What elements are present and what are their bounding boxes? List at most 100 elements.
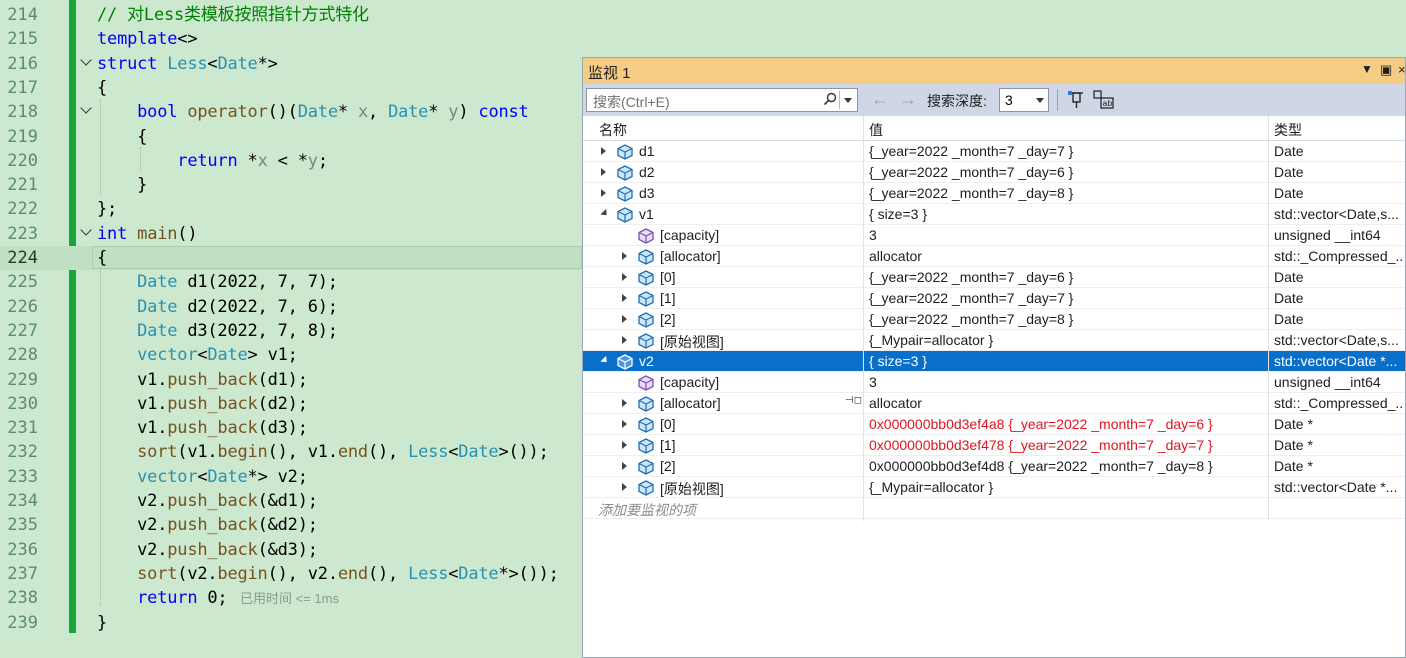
back-arrow-icon[interactable]: ← bbox=[871, 89, 889, 110]
line-number: 221 bbox=[7, 175, 38, 196]
search-dropdown[interactable] bbox=[839, 91, 856, 109]
expand-arrow-icon[interactable] bbox=[601, 147, 606, 155]
watch-row[interactable]: [原始视图] {_Mypair=allocator } std::vector<Da… bbox=[583, 330, 1405, 351]
watch-row-type: Date bbox=[1274, 185, 1304, 201]
watch-row-value[interactable]: {_year=2022 _month=7 _day=6 } bbox=[869, 164, 1073, 180]
fold-chevron-icon[interactable] bbox=[81, 227, 90, 236]
indent-guide bbox=[100, 268, 101, 606]
expand-arrow-icon[interactable] bbox=[622, 462, 627, 470]
watch-row-value[interactable]: {_year=2022 _month=7 _day=8 } bbox=[869, 311, 1073, 327]
line-number: 219 bbox=[7, 126, 38, 147]
watch-row-name: [1] bbox=[660, 437, 676, 453]
object-icon bbox=[638, 291, 654, 307]
fold-chevron-icon[interactable] bbox=[81, 57, 90, 66]
add-watch-row[interactable]: 添加要监视的项 bbox=[583, 498, 1405, 519]
watch-row[interactable]: [0] 0x000000bb0d3ef4a8 {_year=2022 _month… bbox=[583, 414, 1405, 435]
column-divider[interactable] bbox=[863, 116, 864, 521]
expand-arrow-icon[interactable] bbox=[622, 483, 627, 491]
watch-row-value[interactable]: 3 bbox=[869, 374, 877, 390]
watch-row-value[interactable]: {_year=2022 _month=7 _day=8 } bbox=[869, 185, 1073, 201]
column-divider[interactable] bbox=[1268, 116, 1269, 521]
maximize-icon[interactable]: ▣ bbox=[1380, 62, 1392, 78]
column-type-header[interactable]: 类型 bbox=[1274, 120, 1302, 140]
code-line[interactable]: 215 template<> bbox=[0, 27, 1406, 51]
expand-arrow-icon[interactable] bbox=[622, 252, 627, 260]
watch-row[interactable]: [1] {_year=2022 _month=7 _day=7 } Date bbox=[583, 288, 1405, 309]
watch-row-value[interactable]: allocator bbox=[869, 248, 922, 264]
watch-row-name: [allocator] bbox=[660, 395, 721, 411]
expand-arrow-icon[interactable] bbox=[622, 441, 627, 449]
collapse-arrow-icon[interactable] bbox=[600, 355, 610, 366]
watch-row[interactable]: [capacity] 3 unsigned __int64 bbox=[583, 372, 1405, 393]
watch-row-value[interactable]: 0x000000bb0d3ef478 {_year=2022 _month=7 … bbox=[869, 437, 1213, 453]
watch-row-value[interactable]: 3 bbox=[869, 227, 877, 243]
watch-row-type: std::_Compressed_... bbox=[1274, 248, 1404, 264]
watch-row[interactable]: d1 {_year=2022 _month=7 _day=7 } Date bbox=[583, 141, 1405, 162]
watch-row-name: d1 bbox=[639, 143, 655, 159]
fold-chevron-icon[interactable] bbox=[81, 105, 90, 114]
watch-row[interactable]: [2] 0x000000bb0d3ef4d8 {_year=2022 _month… bbox=[583, 456, 1405, 477]
expand-arrow-icon[interactable] bbox=[622, 420, 627, 428]
perf-tip: 已用时间 <= 1ms bbox=[240, 591, 339, 606]
expand-arrow-icon[interactable] bbox=[622, 273, 627, 281]
watch-row-type: Date bbox=[1274, 269, 1304, 285]
watch-row-value[interactable]: {_year=2022 _month=7 _day=7 } bbox=[869, 143, 1073, 159]
watch-row[interactable]: [1] 0x000000bb0d3ef478 {_year=2022 _month… bbox=[583, 435, 1405, 456]
watch-row[interactable]: d3 {_year=2022 _month=7 _day=8 } Date bbox=[583, 183, 1405, 204]
code-text: } bbox=[97, 612, 108, 633]
watch-row-type: std::vector<Date,s... bbox=[1274, 206, 1399, 222]
object-icon bbox=[638, 396, 654, 412]
watch-toolbar: 搜索(Ctrl+E) ← → 搜索深度: 3 ab bbox=[583, 84, 1405, 116]
expand-arrow-icon[interactable] bbox=[622, 294, 627, 302]
watch-row[interactable]: [allocator] ⊣◻ allocator std::_Compressed_.… bbox=[583, 393, 1405, 414]
close-icon[interactable]: × bbox=[1398, 62, 1406, 77]
watch-row[interactable]: v1 { size=3 } std::vector<Date,s... bbox=[583, 204, 1405, 225]
watch-row-value[interactable]: allocator bbox=[869, 395, 922, 411]
watch-row[interactable]: [原始视图] {_Mypair=allocator } std::vector<Da… bbox=[583, 477, 1405, 498]
pin-icon[interactable] bbox=[1067, 90, 1087, 110]
object-icon bbox=[638, 333, 654, 349]
watch-row[interactable]: v2 { size=3 } std::vector<Date *... bbox=[583, 351, 1405, 372]
watch-window[interactable]: 监视 1 ▼ ▣ × 搜索(Ctrl+E) ← → 搜索深度: 3 ab 名称 bbox=[582, 57, 1406, 658]
expand-arrow-icon[interactable] bbox=[622, 315, 627, 323]
expand-arrow-icon[interactable] bbox=[622, 336, 627, 344]
pin-value-icon[interactable]: ⊣◻ bbox=[845, 395, 862, 406]
watch-row[interactable]: [allocator] allocator std::_Compressed_... bbox=[583, 246, 1405, 267]
search-depth-select[interactable]: 3 bbox=[999, 88, 1049, 112]
line-number: 218 bbox=[7, 102, 38, 123]
watch-row[interactable]: [0] {_year=2022 _month=7 _day=6 } Date bbox=[583, 267, 1405, 288]
watch-row-value[interactable]: 0x000000bb0d3ef4d8 {_year=2022 _month=7 … bbox=[869, 458, 1213, 474]
watch-row-value[interactable]: { size=3 } bbox=[869, 206, 927, 222]
object-icon bbox=[617, 165, 633, 181]
watch-row-value[interactable]: 0x000000bb0d3ef4a8 {_year=2022 _month=7 … bbox=[869, 416, 1213, 432]
search-icon[interactable] bbox=[823, 92, 837, 109]
watch-row-name: [capacity] bbox=[660, 374, 720, 390]
code-line[interactable]: 214 // 对Less类模板按照指针方式特化 bbox=[0, 3, 1406, 27]
code-text: // 对Less类模板按照指针方式特化 bbox=[97, 5, 369, 25]
expand-arrow-icon[interactable] bbox=[601, 168, 606, 176]
search-input[interactable]: 搜索(Ctrl+E) bbox=[586, 88, 858, 112]
expand-arrow-icon[interactable] bbox=[622, 399, 627, 407]
watch-row-value[interactable]: {_Mypair=allocator } bbox=[869, 479, 993, 495]
collapse-arrow-icon[interactable] bbox=[600, 208, 610, 219]
line-number: 220 bbox=[7, 150, 38, 171]
watch-row-value[interactable]: {_year=2022 _month=7 _day=6 } bbox=[869, 269, 1073, 285]
search-placeholder: 搜索(Ctrl+E) bbox=[593, 94, 670, 110]
watch-row-name: [0] bbox=[660, 416, 676, 432]
column-value-header[interactable]: 值 bbox=[869, 120, 883, 140]
watch-row-value[interactable]: { size=3 } bbox=[869, 353, 927, 369]
expand-arrow-icon[interactable] bbox=[601, 189, 606, 197]
hex-display-icon[interactable]: ab bbox=[1093, 90, 1114, 110]
watch-title-bar: 监视 1 ▼ ▣ × bbox=[583, 58, 1406, 84]
watch-row[interactable]: [capacity] 3 unsigned __int64 bbox=[583, 225, 1405, 246]
window-menu-icon[interactable]: ▼ bbox=[1361, 62, 1373, 76]
forward-arrow-icon[interactable]: → bbox=[899, 89, 917, 110]
code-text: }; bbox=[97, 199, 118, 220]
watch-row-value[interactable]: {_year=2022 _month=7 _day=7 } bbox=[869, 290, 1073, 306]
watch-row[interactable]: [2] {_year=2022 _month=7 _day=8 } Date bbox=[583, 309, 1405, 330]
watch-row-value[interactable]: {_Mypair=allocator } bbox=[869, 332, 993, 348]
watch-row[interactable]: d2 {_year=2022 _month=7 _day=6 } Date bbox=[583, 162, 1405, 183]
column-name-header[interactable]: 名称 bbox=[599, 120, 627, 140]
object-icon bbox=[617, 186, 633, 202]
watch-row-name: d2 bbox=[639, 164, 655, 180]
